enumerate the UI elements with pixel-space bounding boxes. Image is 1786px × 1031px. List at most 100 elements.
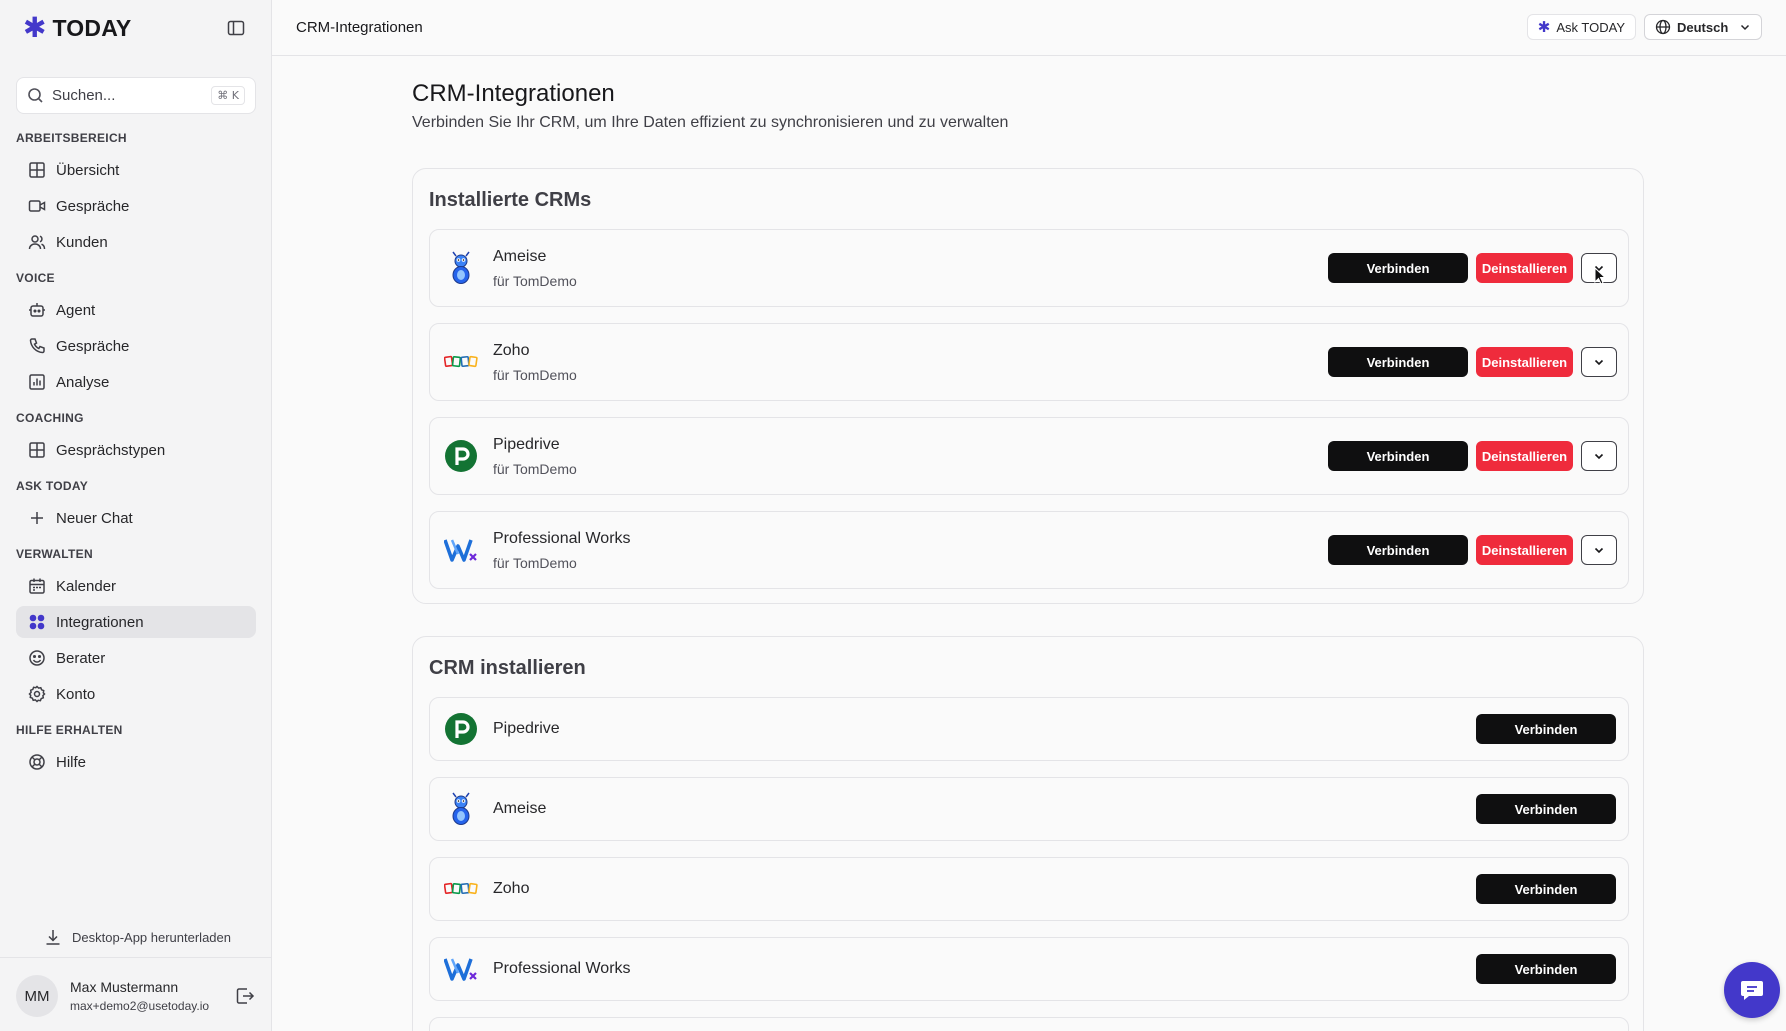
sidebar-item-calls[interactable]: Gespräche [16,330,256,362]
top-bar: CRM-Integrationen ✱ Ask TODAY Deutsch [272,0,1786,56]
uninstall-button[interactable]: Deinstallieren [1476,253,1573,283]
section-workspace: ARBEITSBEREICH Übersicht Gespräche Kunde… [16,128,256,258]
expand-button[interactable] [1581,441,1617,471]
sidebar-item-account[interactable]: Konto [16,678,256,710]
sidebar-item-calendar[interactable]: Kalender [16,570,256,602]
crm-name: Ameise [493,248,547,265]
language-select[interactable]: Deutsch [1644,14,1762,40]
download-desktop-app-link[interactable]: Desktop-App herunterladen [16,923,256,951]
brand[interactable]: ✱ TODAY [23,14,131,42]
sidebar-item-integrations[interactable]: Integrationen [16,606,256,638]
sidebar-item-label: Übersicht [56,161,120,179]
uninstall-button[interactable]: Deinstallieren [1476,347,1573,377]
sidebar-item-new-chat[interactable]: Neuer Chat [16,502,256,534]
crm-name: Zoho [493,342,530,359]
logout-icon[interactable] [234,985,256,1007]
page-subtitle: Verbinden Sie Ihr CRM, um Ihre Daten eff… [412,114,1009,131]
download-icon [46,930,60,945]
search-shortcut: ⌘ K [211,86,245,105]
chat-support-button[interactable] [1724,962,1780,1018]
sidebar-item-label: Konto [56,685,96,703]
download-label: Desktop-App herunterladen [72,929,231,945]
section-label: ASK TODAY [16,479,89,493]
sidebar-item-conversations[interactable]: Gespräche [16,190,256,222]
divider [0,957,272,958]
installed-crm-row: Professional Works für TomDemo Verbinden… [429,511,1629,589]
connect-button[interactable]: Verbinden [1476,954,1616,984]
sidebar-item-label: Gespräche [56,197,130,215]
sidebar-item-conversation-types[interactable]: Gesprächstypen [16,434,256,466]
sidebar-item-help[interactable]: Hilfe [16,746,256,778]
crm-name: Zoho [493,880,530,897]
connect-button[interactable]: Verbinden [1328,253,1468,283]
sidebar-item-label: Gespräche [56,337,130,355]
available-crm-row: Zoho Verbinden [429,857,1629,921]
crm-name: Ameise [493,800,547,817]
installed-crm-row: Ameise für TomDemo Verbinden Deinstallie… [429,229,1629,307]
bot-icon [29,303,45,317]
plus-icon [31,512,43,524]
connect-button[interactable]: Verbinden [1328,347,1468,377]
uninstall-button[interactable]: Deinstallieren [1476,535,1573,565]
uninstall-button[interactable]: Deinstallieren [1476,441,1573,471]
expand-button[interactable] [1581,347,1617,377]
pipedrive-logo-icon [444,712,478,746]
sidebar-item-analysis[interactable]: Analyse [16,366,256,398]
user-info: Max Mustermann max+demo2@usetoday.io [70,979,222,1013]
crm-name: Pipedrive [493,436,560,453]
asterisk-icon: ✱ [1537,19,1551,36]
sidebar-item-customers[interactable]: Kunden [16,226,256,258]
sidebar-toggle-button[interactable] [224,16,248,40]
sidebar-item-agent[interactable]: Agent [16,294,256,326]
section-label: ARBEITSBEREICH [16,131,127,145]
sidebar-nav: ARBEITSBEREICH Übersicht Gespräche Kunde… [16,128,256,788]
sidebar-item-label: Berater [56,649,106,667]
available-crm-row: Professional Works Verbinden [429,937,1629,1001]
avatar[interactable]: MM [16,975,58,1017]
search-input[interactable] [52,87,204,104]
grid-icon [29,162,45,178]
language-value: Deutsch [1677,19,1729,35]
search-icon [28,88,43,103]
sidebar-item-label: Analyse [56,373,110,391]
chevron-down-icon [1594,547,1604,554]
crm-owner: für TomDemo [493,461,577,477]
connect-button[interactable]: Verbinden [1476,794,1616,824]
sidebar-item-label: Neuer Chat [56,509,133,527]
sidebar-item-advisors[interactable]: Berater [16,642,256,674]
connect-button[interactable]: Verbinden [1476,874,1616,904]
section-label: VOICE [16,271,55,285]
smiley-icon [29,650,45,666]
install-crm-card: CRM installieren Pipedrive Verbinden Ame… [412,636,1644,1031]
ask-today-button[interactable]: ✱ Ask TODAY [1526,14,1636,40]
ameise-logo-icon [444,251,478,285]
available-crm-row: Ameise Verbinden [429,777,1629,841]
crm-name: Professional Works [493,960,631,977]
zoho-logo-icon [444,872,478,906]
calendar-icon [29,578,45,594]
professional-works-logo-icon [444,952,478,986]
expand-button[interactable] [1581,535,1617,565]
phone-icon [29,338,45,354]
available-crm-row-partial [429,1017,1629,1031]
lifebuoy-icon [29,754,45,770]
crm-owner: für TomDemo [493,555,577,571]
brand-name: TODAY [52,14,132,41]
connect-button[interactable]: Verbinden [1328,441,1468,471]
search-box[interactable]: ⌘ K [16,77,256,114]
user-profile: MM Max Mustermann max+demo2@usetoday.io [16,975,256,1017]
sidebar-item-overview[interactable]: Übersicht [16,154,256,186]
section-help: HILFE ERHALTEN Hilfe [16,720,256,778]
chat-bubble-icon [1741,981,1763,1000]
connect-button[interactable]: Verbinden [1328,535,1468,565]
installed-crm-row: Pipedrive für TomDemo Verbinden Deinstal… [429,417,1629,495]
asterisk-logo-icon: ✱ [23,12,47,43]
app-root: ✱ TODAY ⌘ K ARBEITSBEREICH Übersicht Ges… [0,0,1786,1031]
installed-crms-card: Installierte CRMs Ameise für TomDemo Ver… [412,168,1644,604]
user-name: Max Mustermann [70,979,179,995]
crm-name: Pipedrive [493,720,560,737]
connect-button[interactable]: Verbinden [1476,714,1616,744]
crm-name: Professional Works [493,530,631,547]
sidebar-item-label: Integrationen [56,613,144,631]
video-icon [28,200,46,212]
